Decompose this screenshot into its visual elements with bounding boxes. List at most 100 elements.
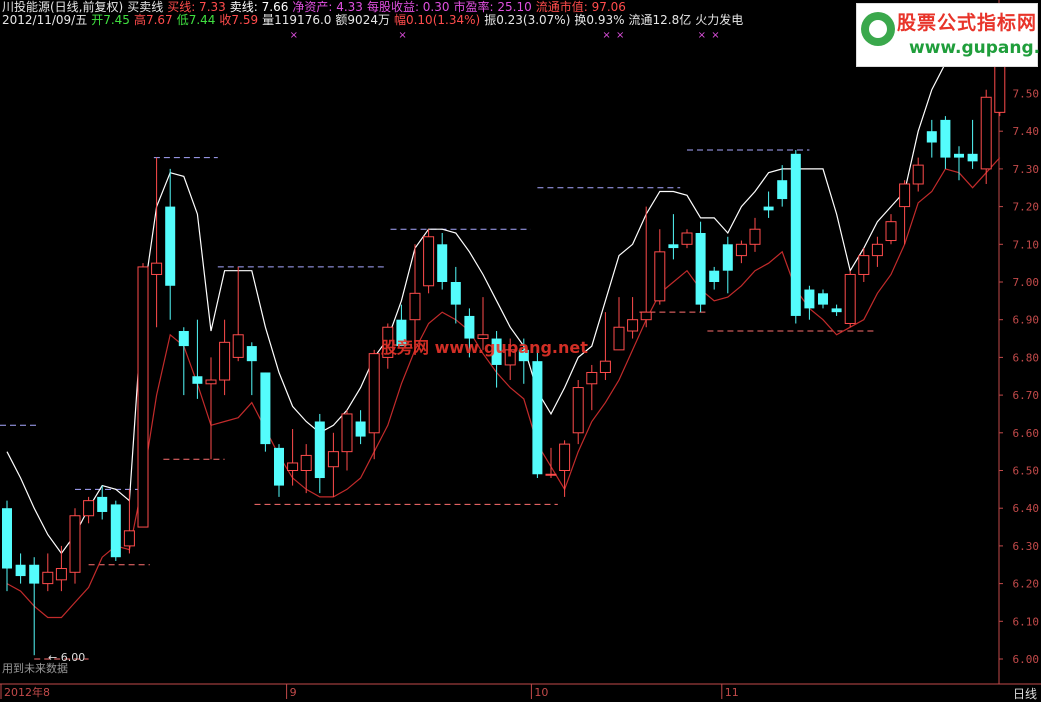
candle-body[interactable] [409, 292, 421, 321]
line2-item: 振0.23(3.07%) [484, 13, 571, 27]
candle-body[interactable] [926, 131, 937, 143]
candle-body[interactable] [912, 164, 924, 185]
candle-body[interactable] [831, 308, 842, 313]
candle-body[interactable] [327, 451, 339, 468]
y-tick-label: 7.30 [1013, 163, 1040, 176]
candle-body[interactable] [709, 270, 720, 282]
candle-body[interactable] [55, 568, 67, 581]
candle-body[interactable] [749, 228, 761, 245]
candle-body[interactable] [123, 530, 135, 547]
signal-marker: × [290, 30, 298, 41]
header-line-indicators: 川投能源(日线,前复权) 买卖线 买线: 7.33 卖线: 7.66 净资产: 4.33… [2, 0, 630, 14]
candle-body[interactable] [341, 413, 353, 453]
candle-body[interactable] [790, 153, 801, 316]
signal-marker: × [398, 30, 406, 41]
candle-body[interactable] [899, 183, 911, 208]
candle-body[interactable] [42, 571, 54, 585]
period-label[interactable]: 日线 [1013, 685, 1037, 702]
candle-body[interactable] [69, 515, 81, 573]
candle-body[interactable] [205, 379, 217, 385]
candle-body[interactable] [681, 232, 693, 245]
y-tick-label: 6.50 [1013, 465, 1040, 478]
candle-body[interactable] [300, 454, 312, 472]
candle-body[interactable] [165, 206, 176, 286]
candle-body[interactable] [178, 331, 189, 347]
y-tick-label: 6.30 [1013, 540, 1040, 553]
y-tick-label: 6.60 [1013, 427, 1040, 440]
header-line-quote: 2012/11/09/五 开7.45 高7.67 低7.44 收7.59 量119176.… [2, 13, 747, 27]
candle-body[interactable] [980, 96, 992, 170]
candle-body[interactable] [695, 232, 706, 305]
candle-body[interactable] [885, 221, 897, 242]
signal-marker: × [616, 30, 624, 41]
y-tick-label: 6.90 [1013, 314, 1040, 327]
candle-body[interactable] [29, 564, 40, 584]
buy-line-series [6, 157, 1001, 619]
candle-body[interactable] [844, 273, 856, 324]
candle-body[interactable] [994, 59, 1006, 113]
candle-body[interactable] [940, 119, 951, 158]
line2-item: 火力发电 [695, 13, 744, 27]
candle-body[interactable] [532, 361, 543, 475]
line2-item: 幅0.10(1.34%) [393, 13, 481, 27]
line1-item: 买卖线 [127, 0, 164, 14]
candle-body[interactable] [450, 282, 461, 305]
candle-body[interactable] [559, 443, 571, 471]
candle-body[interactable] [232, 334, 244, 358]
line1-item: 川投能源(日线,前复权) [2, 0, 124, 14]
candle-body[interactable] [355, 421, 366, 437]
line1-item: 流通市值: 97.06 [535, 0, 626, 14]
y-tick-label: 7.10 [1013, 238, 1040, 251]
candle-body[interactable] [640, 311, 652, 321]
y-tick-label: 6.70 [1013, 389, 1040, 402]
candle-body[interactable] [818, 293, 828, 305]
candle-body[interactable] [151, 262, 163, 275]
signal-marker: × [698, 30, 706, 41]
candle-body[interactable] [967, 153, 978, 162]
y-tick-label: 6.10 [1013, 615, 1040, 628]
candle-body[interactable] [668, 244, 679, 249]
candle-body[interactable] [192, 376, 203, 384]
candle-body[interactable] [572, 387, 584, 434]
line2-item: 2012/11/09/五 [2, 13, 88, 27]
y-tick-label: 7.40 [1013, 125, 1040, 138]
candle-body[interactable] [287, 462, 299, 471]
candle-body[interactable] [219, 341, 231, 381]
candle-body[interactable] [722, 244, 733, 271]
candle-body[interactable] [314, 421, 325, 479]
candle-body[interactable] [260, 372, 271, 445]
y-tick-label: 7.50 [1013, 88, 1040, 101]
candle-body[interactable] [871, 243, 883, 257]
candle-body[interactable] [368, 353, 380, 434]
candle-body[interactable] [954, 153, 964, 158]
line2-item: 量119176.0 [262, 13, 332, 27]
candle-body[interactable] [423, 236, 435, 287]
candle-body[interactable] [586, 371, 598, 385]
logo-badge-icon [861, 12, 895, 46]
candle-body[interactable] [2, 508, 12, 569]
site-logo: 股票公式指标网 www.gupang.net [856, 3, 1041, 67]
y-tick-label: 6.20 [1013, 578, 1040, 591]
candle-body[interactable] [15, 564, 26, 577]
candle-body[interactable] [627, 319, 639, 332]
line2-item: 换0.93% [574, 13, 625, 27]
candle-body[interactable] [654, 251, 666, 302]
candle-body[interactable] [110, 504, 121, 558]
candle-body[interactable] [735, 243, 747, 257]
candle-body[interactable] [137, 266, 149, 528]
candle-body[interactable] [763, 206, 774, 211]
candle-body[interactable] [777, 180, 788, 200]
candle-body[interactable] [858, 255, 870, 275]
candle-body[interactable] [437, 244, 448, 282]
candle-body[interactable] [83, 500, 95, 517]
line1-item: 买线: 7.33 [167, 0, 226, 14]
future-data-note: 用到未来数据 [2, 662, 68, 675]
candle-body[interactable] [804, 289, 815, 309]
candle-body[interactable] [246, 346, 257, 362]
candle-body[interactable] [613, 326, 625, 351]
line2-item: 额9024万 [335, 13, 390, 27]
candle-body[interactable] [97, 496, 108, 512]
candle-body[interactable] [599, 360, 611, 373]
candle-body[interactable] [545, 473, 557, 476]
candle-body[interactable] [274, 447, 284, 486]
